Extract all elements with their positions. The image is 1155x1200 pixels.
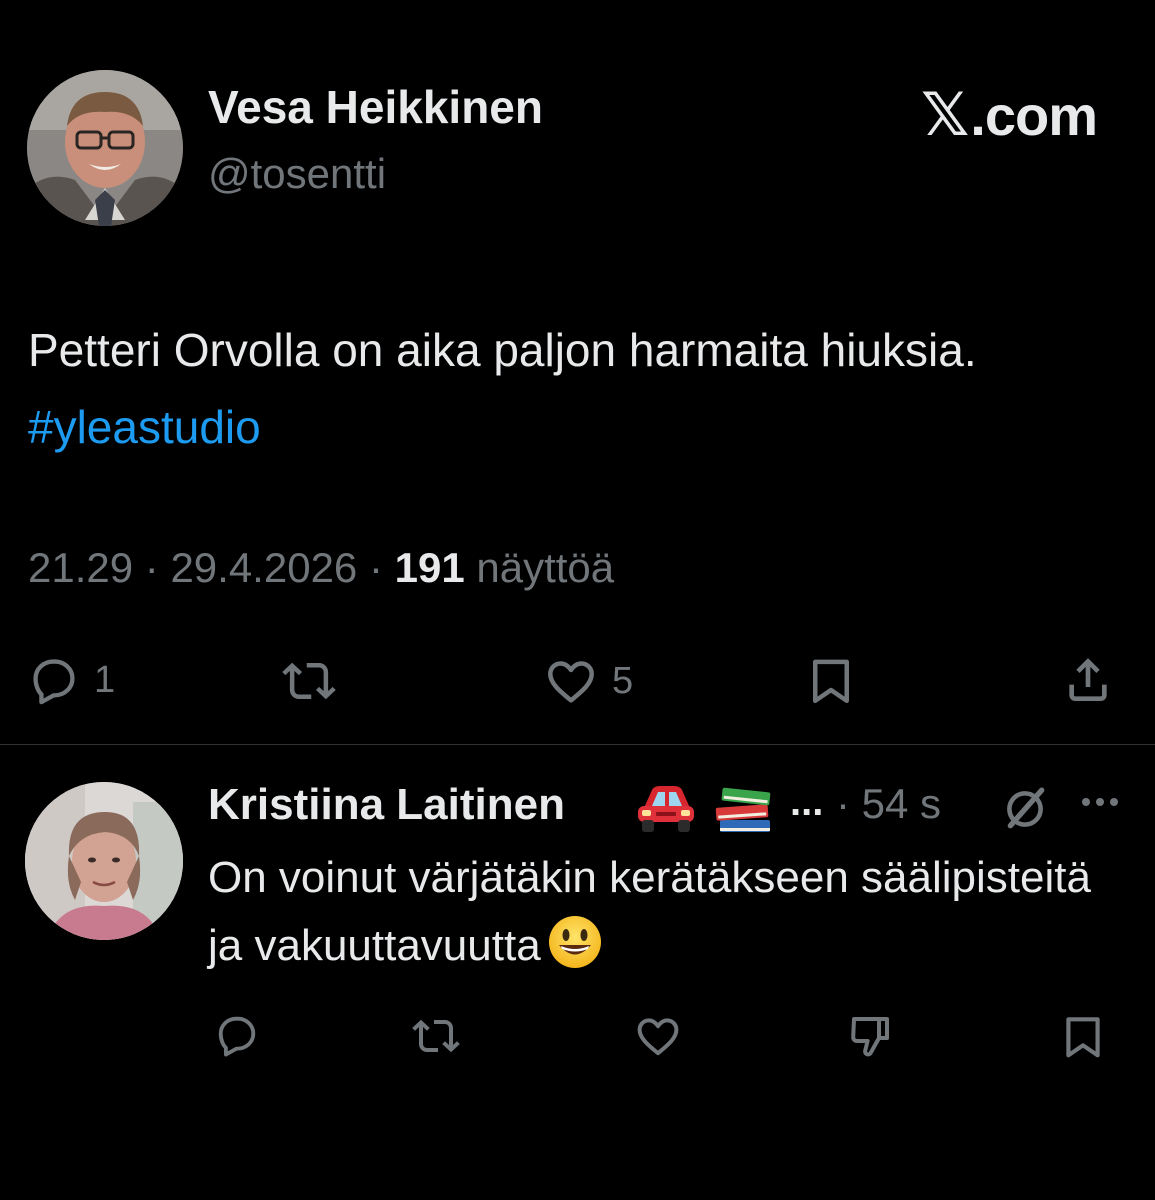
- reply-text: On voinut värjätäkin kerätäkseen säälipi…: [208, 844, 1108, 990]
- tweet-text-body: Petteri Orvolla on aika paljon harmaita …: [28, 324, 977, 376]
- retweet-icon: [282, 662, 336, 700]
- reply-bookmark-button[interactable]: [1058, 1012, 1108, 1062]
- books-emoji: [714, 782, 776, 839]
- reply-button[interactable]: 1: [28, 654, 115, 706]
- more-icon[interactable]: [1078, 790, 1122, 819]
- reply-author-avatar[interactable]: [25, 782, 183, 940]
- smiley-emoji: [547, 914, 603, 990]
- views-count: 191: [394, 544, 465, 591]
- like-icon: [637, 1018, 679, 1056]
- hashtag-link[interactable]: #yleastudio: [28, 401, 261, 453]
- tweet-text: Petteri Orvolla on aika paljon harmaita …: [28, 312, 1118, 466]
- retweet-button[interactable]: [282, 654, 336, 708]
- bookmark-icon: [813, 659, 849, 704]
- author-handle[interactable]: @tosentti: [208, 150, 386, 198]
- x-logo-domain: .com: [970, 84, 1098, 147]
- x-logo-icon: 𝕏: [920, 81, 969, 148]
- reply-retweet-button[interactable]: [412, 1012, 460, 1060]
- bookmark-icon: [1066, 1017, 1100, 1058]
- x-com-logo: 𝕏.com: [920, 80, 1098, 150]
- bookmark-button[interactable]: [804, 654, 858, 708]
- reply-dislike-button[interactable]: [846, 1012, 894, 1060]
- like-count: 5: [612, 659, 634, 702]
- reply-timestamp[interactable]: · 54 s: [836, 780, 941, 828]
- reply-reply-button[interactable]: [214, 1012, 260, 1058]
- reply-author-name[interactable]: Kristiina Laitinen: [208, 780, 565, 830]
- author-avatar[interactable]: [27, 70, 183, 226]
- meta-separator: ·: [357, 544, 395, 591]
- meta-separator: ·: [133, 544, 171, 591]
- like-button[interactable]: 5: [544, 654, 633, 708]
- reply-avatar-image: [25, 782, 183, 940]
- author-name[interactable]: Vesa Heikkinen: [208, 80, 543, 134]
- tweet-time[interactable]: 21.29: [28, 544, 133, 591]
- reply-like-button[interactable]: [634, 1012, 682, 1060]
- retweet-icon: [412, 1019, 460, 1053]
- reply-header: Kristiina Laitinen ... · 54 s: [208, 776, 1128, 836]
- grok-icon[interactable]: [1000, 784, 1050, 839]
- dislike-icon: [851, 1017, 889, 1057]
- reply-text-body: On voinut värjätäkin kerätäkseen säälipi…: [208, 853, 1091, 970]
- tweet-meta: 21.29 · 29.4.2026 · 191 näyttöä: [28, 544, 614, 592]
- reply-action-bar: [0, 1008, 1155, 1064]
- author-avatar-image: [27, 70, 183, 226]
- reply-icon: [218, 1016, 256, 1057]
- like-icon: [548, 661, 594, 703]
- reply-icon: [33, 659, 75, 705]
- name-truncation: ...: [790, 780, 824, 824]
- share-button[interactable]: [1060, 652, 1116, 708]
- post-detail-page: Vesa Heikkinen @tosentti 𝕏.com Petteri O…: [0, 0, 1155, 1200]
- car-emoji: [634, 782, 698, 839]
- section-divider: [0, 744, 1155, 745]
- share-icon: [1069, 658, 1107, 701]
- tweet-date[interactable]: 29.4.2026: [170, 544, 357, 591]
- views-label: näyttöä: [476, 544, 615, 591]
- tweet-action-bar: 1 5: [0, 650, 1155, 712]
- reply-count: 1: [94, 658, 116, 701]
